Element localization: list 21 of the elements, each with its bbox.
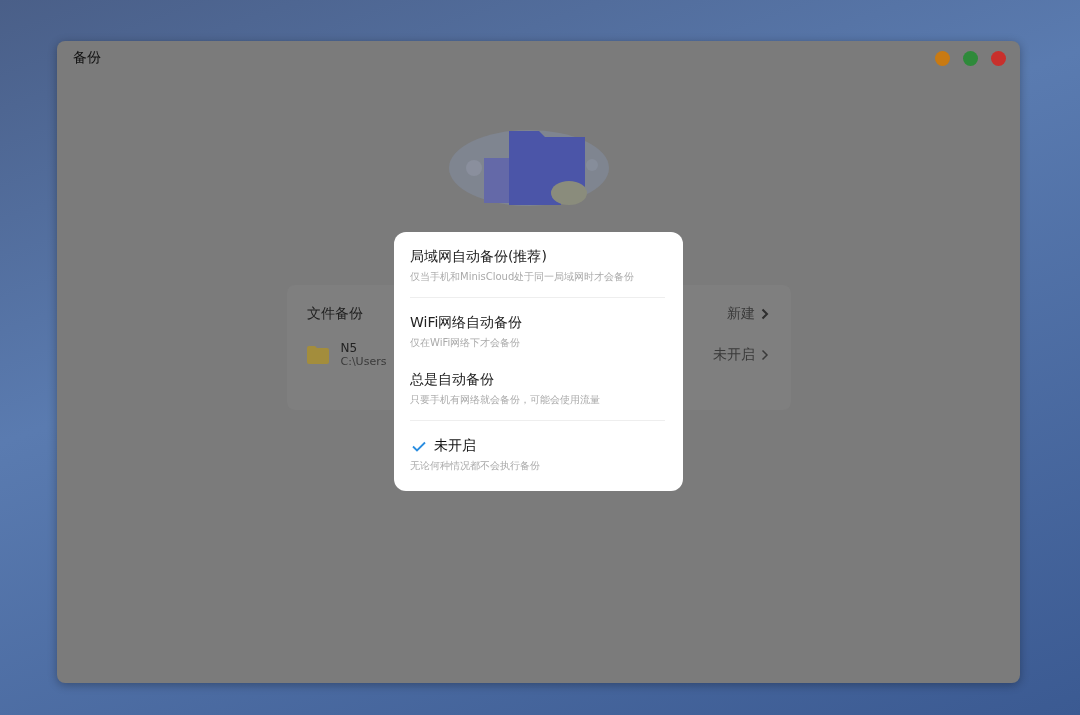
window-title: 备份	[73, 49, 101, 67]
backup-path: C:\Users	[340, 355, 387, 368]
check-icon	[412, 440, 426, 452]
folder-icon	[306, 345, 329, 364]
option-description: 只要手机有网络就会备份，可能会使用流量	[410, 393, 601, 407]
maximize-button[interactable]	[963, 50, 978, 66]
option-description: 仅在WiFi网络下才会备份	[410, 336, 522, 350]
option-title: 总是自动备份	[410, 371, 494, 389]
backup-mode-option[interactable]: 总是自动备份 只要手机有网络就会备份，可能会使用流量	[410, 369, 665, 426]
backup-mode-option[interactable]: WiFi网络自动备份 仅在WiFi网络下才会备份	[410, 312, 665, 369]
option-title: 局域网自动备份(推荐)	[410, 248, 547, 266]
backup-name: N5	[340, 341, 358, 355]
minimize-button[interactable]	[935, 50, 950, 66]
chevron-icon	[760, 308, 769, 320]
option-title: 未开启	[434, 437, 476, 455]
card-title: 文件备份	[306, 305, 363, 323]
backup-mode-option[interactable]: 未开启 无论何种情况都不会执行备份	[410, 435, 665, 492]
option-description: 无论何种情况都不会执行备份	[410, 459, 541, 473]
option-title: WiFi网络自动备份	[410, 314, 523, 332]
close-button[interactable]	[991, 50, 1006, 66]
chevron-icon	[760, 348, 769, 361]
